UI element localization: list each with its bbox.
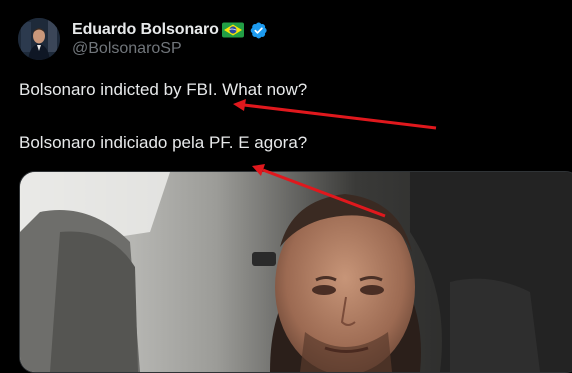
avatar-image	[18, 18, 60, 60]
video-thumbnail-image	[20, 172, 572, 372]
tweet-text-line-1: Bolsonaro indicted by FBI. What now?	[19, 80, 308, 99]
tweet: Eduardo Bolsonaro @BolsonaroSP Bolsonaro…	[0, 0, 572, 373]
brazil-flag-icon	[221, 22, 244, 38]
red-arrow-1-head	[233, 99, 246, 111]
red-arrow-1	[243, 103, 437, 130]
author-display-name[interactable]: Eduardo Bolsonaro	[72, 21, 219, 39]
verified-badge-icon[interactable]	[249, 21, 268, 40]
author-name-row: Eduardo Bolsonaro	[72, 19, 268, 41]
author-handle[interactable]: @BolsonaroSP	[72, 40, 182, 58]
tweet-text-line-2: Bolsonaro indiciado pela PF. E agora?	[19, 133, 308, 152]
avatar[interactable]	[18, 18, 60, 60]
tweet-media-video-thumbnail[interactable]	[19, 171, 572, 373]
